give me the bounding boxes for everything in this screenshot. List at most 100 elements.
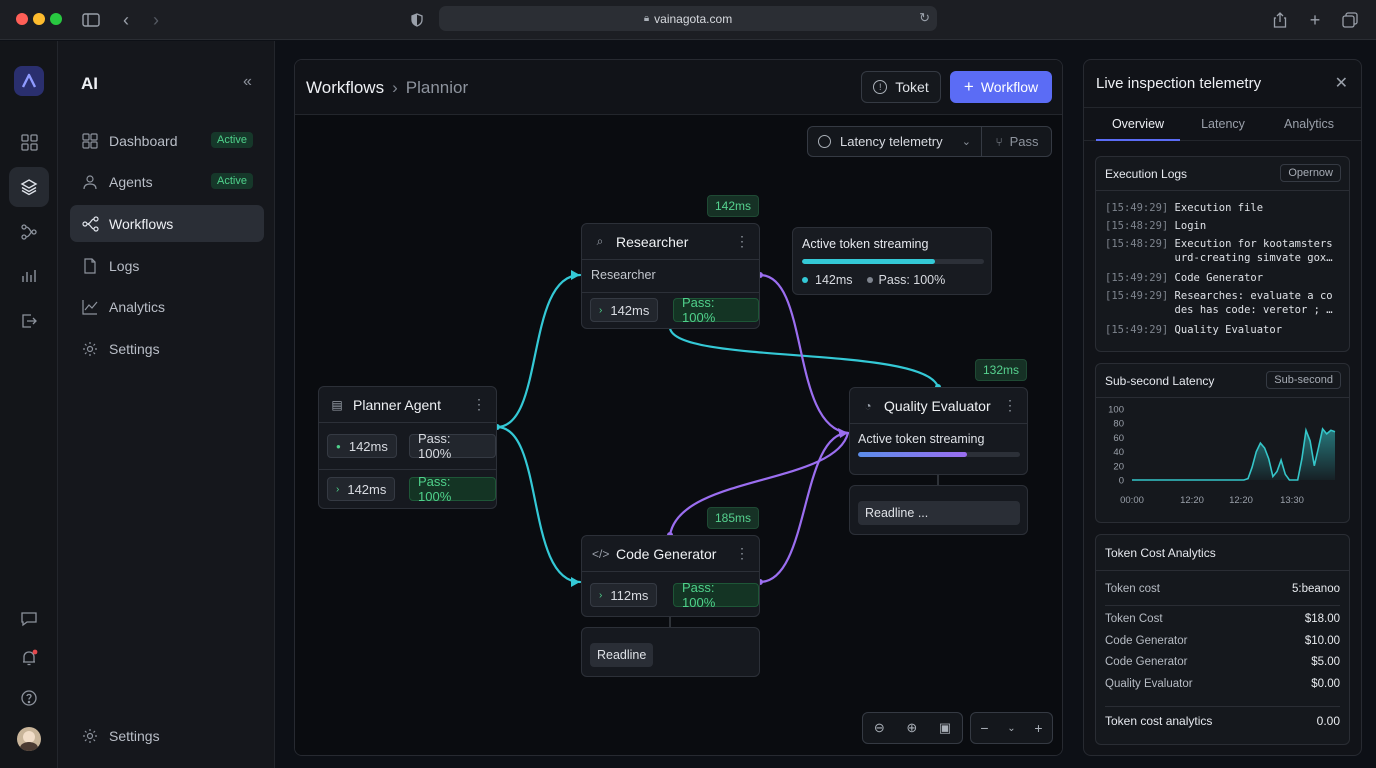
latency-chip: › 142ms bbox=[327, 477, 396, 501]
close-window-button[interactable] bbox=[16, 13, 28, 25]
collapse-sidebar-icon[interactable]: « bbox=[243, 73, 252, 91]
forward-icon[interactable]: › bbox=[146, 10, 166, 30]
reload-icon[interactable]: ↻ bbox=[919, 10, 930, 26]
node-title: Quality Evaluator bbox=[884, 397, 991, 414]
plus-icon: + bbox=[963, 77, 974, 96]
y-tick-label: 60 bbox=[1113, 433, 1124, 444]
log-timestamp: [15:49:29] bbox=[1105, 272, 1175, 284]
quality-progress bbox=[858, 452, 1020, 457]
cost-value: $18.00 bbox=[1304, 613, 1340, 625]
new-workflow-button[interactable]: + Workflow bbox=[950, 71, 1052, 103]
more-icon[interactable]: ⋮ bbox=[472, 396, 486, 413]
rail-flow-icon[interactable] bbox=[9, 212, 49, 252]
zoom-out-icon[interactable]: ⊖ bbox=[874, 720, 885, 736]
quality-readline-card: Readline ... bbox=[849, 485, 1028, 535]
code-generator-node[interactable]: </> Code Generator ⋮ › 112ms Pass: 100% bbox=[581, 535, 760, 617]
rail-chart-icon[interactable] bbox=[9, 256, 49, 296]
workflow-canvas[interactable]: Latency telemetry ⌄ ⑂ Pass 142ms ⌕ Resear… bbox=[295, 115, 1062, 755]
telemetry-select-value: Latency telemetry bbox=[840, 134, 943, 149]
more-icon[interactable]: ⋮ bbox=[735, 545, 749, 562]
sidebar-item-label: Dashboard bbox=[109, 132, 178, 149]
log-timestamp: [15:49:29] bbox=[1105, 290, 1175, 302]
log-entry: [15:49:29] Quality Evaluator bbox=[1105, 323, 1282, 337]
plus-icon[interactable]: + bbox=[1034, 720, 1042, 736]
back-icon[interactable]: ‹ bbox=[116, 10, 136, 30]
researcher-node[interactable]: ⌕ Researcher ⋮ Researcher › 142ms Pass: 10… bbox=[581, 223, 760, 329]
sidebar-item-dashboard[interactable]: Dashboard Active bbox=[70, 122, 264, 159]
rail-grid-icon[interactable] bbox=[9, 122, 49, 162]
minus-icon[interactable]: − bbox=[980, 720, 988, 736]
sidebar-item-logs[interactable]: Logs bbox=[70, 247, 264, 284]
latency-chip: › 112ms bbox=[590, 583, 658, 607]
status-badge: Active bbox=[211, 132, 253, 148]
sidebar-item-settings[interactable]: Settings bbox=[70, 330, 264, 367]
cost-header-row: Token cost 5:beanoo bbox=[1105, 583, 1340, 601]
latency-value: 142ms bbox=[348, 438, 388, 454]
open-now-button[interactable]: Opernow bbox=[1280, 164, 1341, 182]
more-icon[interactable]: ⋮ bbox=[735, 233, 749, 250]
readline-field[interactable]: Readline ... bbox=[858, 501, 1020, 525]
log-timestamp: [15:49:29] bbox=[1105, 324, 1175, 336]
tab-latency[interactable]: Latency bbox=[1182, 108, 1264, 141]
toket-button[interactable]: ! Toket bbox=[861, 71, 941, 103]
new-tab-icon[interactable]: + bbox=[1305, 10, 1325, 30]
maximize-window-button[interactable] bbox=[50, 13, 62, 25]
card-title: Execution Logs bbox=[1105, 167, 1188, 181]
user-icon bbox=[81, 173, 99, 191]
panel-tabs: Overview Latency Analytics bbox=[1084, 107, 1361, 141]
planner-agent-node[interactable]: ▤ Planner Agent ⋮ ● 142ms Pass: 100% › 142m… bbox=[318, 386, 497, 509]
cost-value: $5.00 bbox=[1311, 656, 1340, 668]
sidebar-toggle-icon[interactable] bbox=[81, 10, 101, 30]
toket-label: Toket bbox=[895, 79, 929, 95]
latency-chart: 0 20 40 60 80 100 00:00 12:20 12:20 13:30 bbox=[1108, 405, 1336, 506]
log-entry: [15:48:29] Execution for kootamsters urd… bbox=[1105, 237, 1333, 265]
cost-footer-value: 0.00 bbox=[1316, 714, 1340, 728]
tab-analytics[interactable]: Analytics bbox=[1268, 108, 1350, 141]
readline-tag[interactable]: Readline bbox=[590, 643, 654, 667]
zoom-in-icon[interactable]: ⊕ bbox=[906, 720, 917, 736]
log-text: Code Generator bbox=[1174, 272, 1264, 284]
check-circle-icon: ◔ bbox=[864, 398, 872, 413]
app-logo[interactable] bbox=[14, 66, 44, 96]
chevron-down-icon[interactable]: ⌄ bbox=[1007, 723, 1015, 734]
rail-help-icon[interactable] bbox=[9, 678, 49, 718]
sidebar-item-agents[interactable]: Agents Active bbox=[70, 163, 264, 200]
pass-chip: Pass: 100% bbox=[409, 431, 496, 461]
sidebar-item-analytics[interactable]: Analytics bbox=[70, 288, 264, 325]
close-icon[interactable]: ✕ bbox=[1335, 73, 1348, 93]
streaming-latency: 142ms bbox=[815, 273, 853, 287]
cost-value: $10.00 bbox=[1304, 634, 1340, 647]
share-icon[interactable] bbox=[1270, 10, 1290, 30]
fit-view-icon[interactable]: ▣ bbox=[939, 720, 951, 736]
code-icon: </> bbox=[592, 546, 610, 561]
sidebar-item-label: Settings bbox=[109, 340, 160, 357]
sidebar-item-workflows[interactable]: Workflows bbox=[70, 205, 264, 242]
log-timestamp: [15:49:29] bbox=[1105, 202, 1175, 214]
shield-icon[interactable] bbox=[407, 10, 427, 30]
sidebar-footer-settings[interactable]: Settings bbox=[70, 717, 264, 754]
node-title: Code Generator bbox=[616, 545, 717, 562]
codegen-readline-card: Readline bbox=[581, 627, 760, 677]
tabs-overview-icon[interactable] bbox=[1340, 10, 1360, 30]
sub-second-tag[interactable]: Sub-second bbox=[1266, 371, 1341, 389]
rail-chat-icon[interactable] bbox=[9, 599, 49, 639]
card-title: Sub-second Latency bbox=[1105, 374, 1215, 388]
quality-evaluator-node[interactable]: ◔ Quality Evaluator ⋮ Active token stream… bbox=[849, 387, 1028, 475]
more-icon[interactable]: ⋮ bbox=[1003, 397, 1017, 414]
latency-telemetry-select[interactable]: Latency telemetry ⌄ bbox=[808, 127, 982, 156]
rail-layers-icon[interactable] bbox=[9, 167, 49, 207]
user-avatar[interactable] bbox=[17, 727, 41, 751]
breadcrumb-root[interactable]: Workflows bbox=[306, 78, 384, 98]
cyan-dot-icon bbox=[802, 277, 808, 283]
sidebar-title: AI bbox=[81, 74, 98, 93]
y-tick-label: 0 bbox=[1119, 476, 1124, 487]
pass-button[interactable]: ⑂ Pass bbox=[983, 127, 1051, 156]
latency-chip: › 142ms bbox=[590, 298, 659, 322]
rail-export-icon[interactable] bbox=[9, 301, 49, 341]
rail-bell-icon[interactable] bbox=[9, 638, 49, 678]
address-bar[interactable]: 🔒︎ vainagota.com ↻ bbox=[439, 6, 937, 31]
tab-overview[interactable]: Overview bbox=[1096, 108, 1180, 141]
minimize-window-button[interactable] bbox=[33, 13, 45, 25]
x-tick-label: 12:20 bbox=[1180, 495, 1204, 506]
log-entry: [15:49:29] Code Generator bbox=[1105, 271, 1263, 285]
